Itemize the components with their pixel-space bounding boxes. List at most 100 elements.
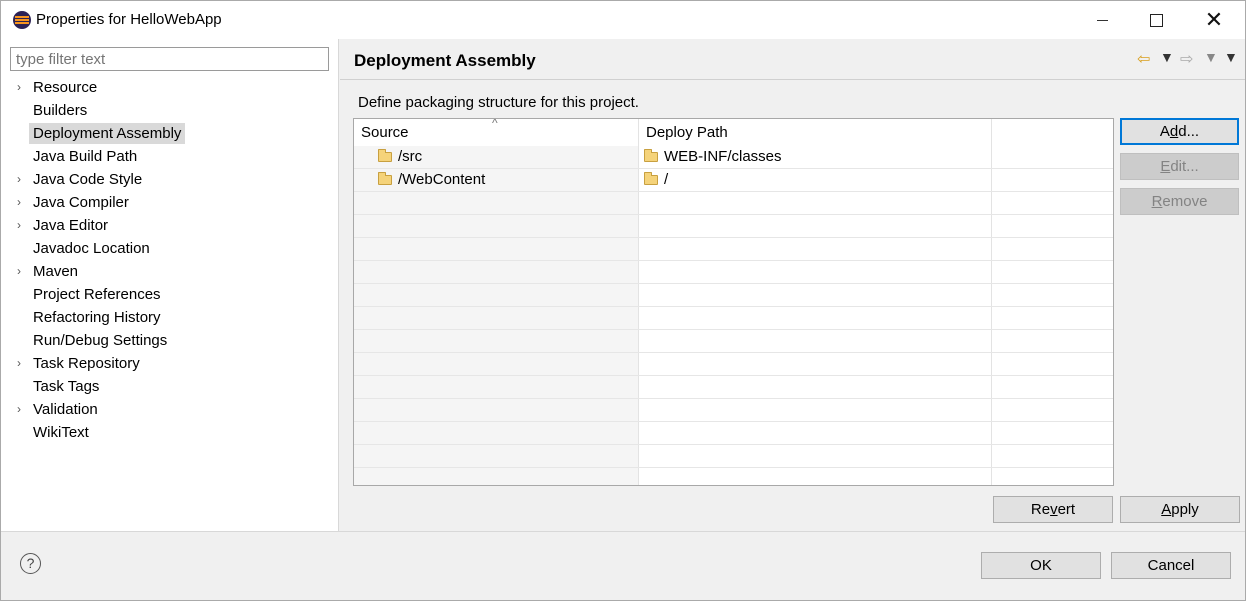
source-cell: [354, 376, 639, 398]
deploy-path-cell: WEB-INF/classes: [639, 146, 992, 168]
tree-item[interactable]: › Validation: [1, 398, 339, 421]
revert-button[interactable]: Re v ert: [993, 496, 1113, 523]
edit-button[interactable]: Edit...: [1120, 153, 1239, 180]
tree-item[interactable]: Task Tags: [1, 375, 339, 398]
minimize-icon[interactable]: [1079, 1, 1125, 39]
source-cell: /WebContent: [354, 169, 639, 191]
deploy-path-cell: [639, 445, 992, 467]
tree-item[interactable]: › Resource: [1, 76, 339, 99]
empty-row[interactable]: [354, 445, 1113, 468]
tree-item[interactable]: Deployment Assembly: [1, 122, 339, 145]
source-cell: [354, 238, 639, 260]
title-separator: [340, 79, 1245, 80]
empty-row[interactable]: [354, 238, 1113, 261]
empty-row[interactable]: [354, 376, 1113, 399]
forward-arrow-icon[interactable]: ⇨: [1180, 49, 1193, 69]
chevron-right-icon[interactable]: ›: [17, 398, 27, 421]
deploy-path-cell: [639, 238, 992, 260]
tree-item[interactable]: Builders: [1, 99, 339, 122]
cancel-button[interactable]: Cancel: [1111, 552, 1231, 579]
empty-row[interactable]: [354, 192, 1113, 215]
remove-button[interactable]: Remove: [1120, 188, 1239, 215]
chevron-right-icon[interactable]: ›: [17, 260, 27, 283]
assembly-table[interactable]: Source ^ Deploy Path /src WEB-INF/classes…: [353, 118, 1114, 486]
column-header-empty[interactable]: [992, 119, 1113, 146]
tree-item[interactable]: › Maven: [1, 260, 339, 283]
page-pane: Deployment Assembly ⇦ ▼ ⇨ ▼ ▼ Define pac…: [340, 39, 1245, 531]
add-button[interactable]: Ad d...: [1120, 118, 1239, 145]
maximize-icon[interactable]: [1133, 1, 1179, 39]
column-header-source[interactable]: Source ^: [354, 119, 639, 146]
tree-item[interactable]: › Java Editor: [1, 214, 339, 237]
folder-icon: [378, 149, 392, 162]
chevron-right-icon[interactable]: ›: [17, 168, 27, 191]
source-text: /WebContent: [398, 171, 486, 188]
deploy-path-cell: [639, 376, 992, 398]
tree-item[interactable]: › Java Code Style: [1, 168, 339, 191]
empty-row[interactable]: [354, 422, 1113, 445]
tree-item-label: Resource: [33, 79, 98, 96]
source-cell: /src: [354, 146, 639, 168]
deploy-path-cell: [639, 330, 992, 352]
source-cell: [354, 284, 639, 306]
forward-dropdown-icon[interactable]: ▼: [1204, 49, 1218, 65]
close-icon[interactable]: ✕: [1191, 1, 1237, 39]
back-arrow-icon[interactable]: ⇦: [1137, 49, 1150, 69]
tree-item[interactable]: Project References: [1, 283, 339, 306]
deploy-path-cell: [639, 215, 992, 237]
tree-item[interactable]: Refactoring History: [1, 306, 339, 329]
extra-cell: [992, 215, 1113, 237]
tree-item[interactable]: Javadoc Location: [1, 237, 339, 260]
sort-caret-icon: ^: [492, 118, 498, 130]
deploy-path-cell: [639, 468, 992, 485]
empty-row[interactable]: [354, 307, 1113, 330]
tree-item[interactable]: WikiText: [1, 421, 339, 444]
empty-row[interactable]: [354, 261, 1113, 284]
empty-row[interactable]: [354, 399, 1113, 422]
table-row[interactable]: /WebContent /: [354, 169, 1113, 192]
properties-dialog: Properties for HelloWebApp ✕ › Resource Bu…: [0, 0, 1246, 601]
empty-row[interactable]: [354, 215, 1113, 238]
tree-item-label: Javadoc Location: [33, 240, 150, 257]
table-header: Source ^ Deploy Path: [354, 119, 1113, 146]
tree-item[interactable]: › Task Repository: [1, 352, 339, 375]
tree-item-label: WikiText: [33, 424, 89, 441]
title-bar: Properties for HelloWebApp ✕: [1, 1, 1245, 39]
empty-row[interactable]: [354, 468, 1113, 485]
source-cell: [354, 261, 639, 283]
folder-icon: [644, 172, 658, 185]
tree-item-label: Java Build Path: [33, 148, 138, 165]
extra-cell: [992, 330, 1113, 352]
extra-cell: [992, 468, 1113, 485]
tree-item[interactable]: Run/Debug Settings: [1, 329, 339, 352]
apply-button[interactable]: Apply: [1120, 496, 1240, 523]
chevron-right-icon[interactable]: ›: [17, 214, 27, 237]
empty-row[interactable]: [354, 284, 1113, 307]
source-cell: [354, 215, 639, 237]
tree-item-label: Builders: [33, 102, 88, 119]
filter-input[interactable]: [10, 47, 329, 71]
tree-item-label: Java Code Style: [33, 171, 143, 188]
column-header-deploy-path[interactable]: Deploy Path: [639, 119, 992, 146]
chevron-right-icon[interactable]: ›: [17, 76, 27, 99]
tree-item-label: Validation: [33, 401, 98, 418]
deploy-path-cell: [639, 192, 992, 214]
help-icon[interactable]: ?: [20, 553, 41, 574]
chevron-right-icon[interactable]: ›: [17, 191, 27, 214]
source-cell: [354, 192, 639, 214]
back-dropdown-icon[interactable]: ▼: [1160, 49, 1174, 65]
ok-button[interactable]: OK: [981, 552, 1101, 579]
source-cell: [354, 353, 639, 375]
empty-row[interactable]: [354, 330, 1113, 353]
extra-cell: [992, 192, 1113, 214]
extra-cell: [992, 422, 1113, 444]
chevron-right-icon[interactable]: ›: [17, 352, 27, 375]
source-cell: [354, 422, 639, 444]
folder-icon: [378, 172, 392, 185]
view-menu-icon[interactable]: ▼: [1224, 49, 1238, 65]
tree-item[interactable]: Java Build Path: [1, 145, 339, 168]
table-row[interactable]: /src WEB-INF/classes: [354, 146, 1113, 169]
tree-item[interactable]: › Java Compiler: [1, 191, 339, 214]
empty-row[interactable]: [354, 353, 1113, 376]
tree-item-label: Task Repository: [33, 355, 140, 372]
